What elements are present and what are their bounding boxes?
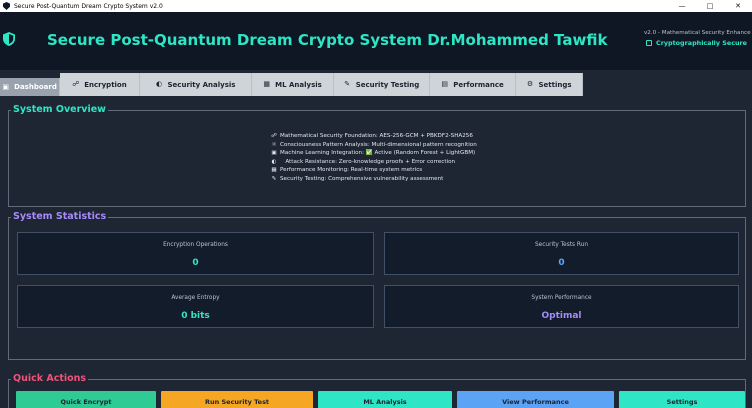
system-statistics-section: System Statistics Encryption Operations … [8,211,746,360]
robot-icon: ▣ [271,150,277,157]
shield-icon: ◐ [271,158,277,165]
lock-icon: ☍ [72,80,80,88]
feature-item: ◐ Attack Resistance: Zero-knowledge proo… [271,158,456,165]
tab-label: Security Testing [355,80,420,89]
security-badge: Cryptographically Secure [646,39,747,47]
version-label: v2.0 - Mathematical Security Enhance [644,30,751,36]
tab-bar: ▣ Dashboard ☍ Encryption ◐ Security Analysi… [0,70,752,96]
tab-label: Security Analysis [167,80,236,89]
app-shield-icon [3,2,10,10]
settings-button[interactable]: Settings [619,391,745,408]
feature-item: ▣ Machine Learning Integration: ✅ Active … [271,150,476,157]
shield-icon: ◐ [155,80,163,88]
dashboard-icon: ▣ [2,82,9,91]
gauge-icon: ▤ [441,80,449,88]
wrench-icon: ✎ [344,80,351,88]
shield-icon [3,32,15,46]
lock-icon [646,40,652,46]
app-header: Secure Post-Quantum Dream Crypto System … [0,12,752,70]
stat-card-system-performance: System Performance Optimal [384,285,739,328]
brain-icon: ☼ [271,141,277,148]
chart-icon: ▦ [263,80,270,88]
lock-icon: ☍ [271,133,277,139]
stat-card-average-entropy: Average Entropy 0 bits [17,285,374,328]
tab-dashboard[interactable]: ▣ Dashboard [0,78,60,96]
run-security-test-button[interactable]: Run Security Test [161,391,313,408]
gear-icon: ⚙ [526,80,534,88]
tab-performance[interactable]: ▤ Performance [430,73,516,96]
stat-label: System Performance [531,295,592,301]
stat-card-encryption-ops: Encryption Operations 0 [17,232,374,275]
section-title: System Statistics [11,211,109,222]
close-button[interactable]: ✕ [724,0,752,12]
stat-label: Average Entropy [171,295,220,301]
stat-value: 0 bits [181,311,210,321]
quick-encrypt-button[interactable]: Quick Encrypt [16,391,156,408]
app-title: Secure Post-Quantum Dream Crypto System … [47,31,608,49]
security-badge-text: Cryptographically Secure [656,39,748,47]
title-bar: Secure Post-Quantum Dream Crypto System … [0,0,752,12]
system-overview-section: System Overview ☍ Mathematical Security F… [8,104,746,207]
chart-icon: ▦ [271,167,277,174]
feature-list: ☍ Mathematical Security Foundation: AES-2… [270,132,477,184]
tab-label: Encryption [84,80,127,89]
stat-value: 0 [192,258,199,268]
stat-value: Optimal [541,311,582,321]
minimize-button[interactable]: — [668,0,696,12]
tab-encryption[interactable]: ☍ Encryption [60,73,140,96]
dashboard-panel: System Overview ☍ Mathematical Security F… [0,96,752,408]
stat-card-security-tests: Security Tests Run 0 [384,232,739,275]
tab-ml-analysis[interactable]: ▦ ML Analysis [252,73,334,96]
feature-item: ☼ Consciousness Pattern Analysis: Multi-d… [271,141,477,148]
ml-analysis-button[interactable]: ML Analysis [318,391,452,408]
maximize-button[interactable]: □ [696,0,724,12]
stat-value: 0 [558,258,565,268]
view-performance-button[interactable]: View Performance [457,391,614,408]
tab-label: Settings [538,80,572,89]
feature-item: ✎ Security Testing: Comprehensive vulnera… [271,175,444,182]
feature-item: ▦ Performance Monitoring: Real-time syste… [271,167,423,174]
tab-security-testing[interactable]: ✎ Security Testing [334,73,430,96]
window-title: Secure Post-Quantum Dream Crypto System … [14,2,163,10]
section-title: Quick Actions [11,373,89,384]
tab-label: ML Analysis [275,80,322,89]
app-window: Secure Post-Quantum Dream Crypto System … [0,0,752,408]
tab-label: Dashboard [14,83,57,91]
section-title: System Overview [11,104,108,115]
tab-settings[interactable]: ⚙ Settings [516,73,583,96]
feature-item: ☍ Mathematical Security Foundation: AES-2… [271,133,473,139]
wrench-icon: ✎ [271,175,277,182]
tab-label: Performance [453,80,504,89]
tab-security-analysis[interactable]: ◐ Security Analysis [140,73,252,96]
stat-label: Security Tests Run [534,242,589,248]
stat-label: Encryption Operations [163,242,228,248]
